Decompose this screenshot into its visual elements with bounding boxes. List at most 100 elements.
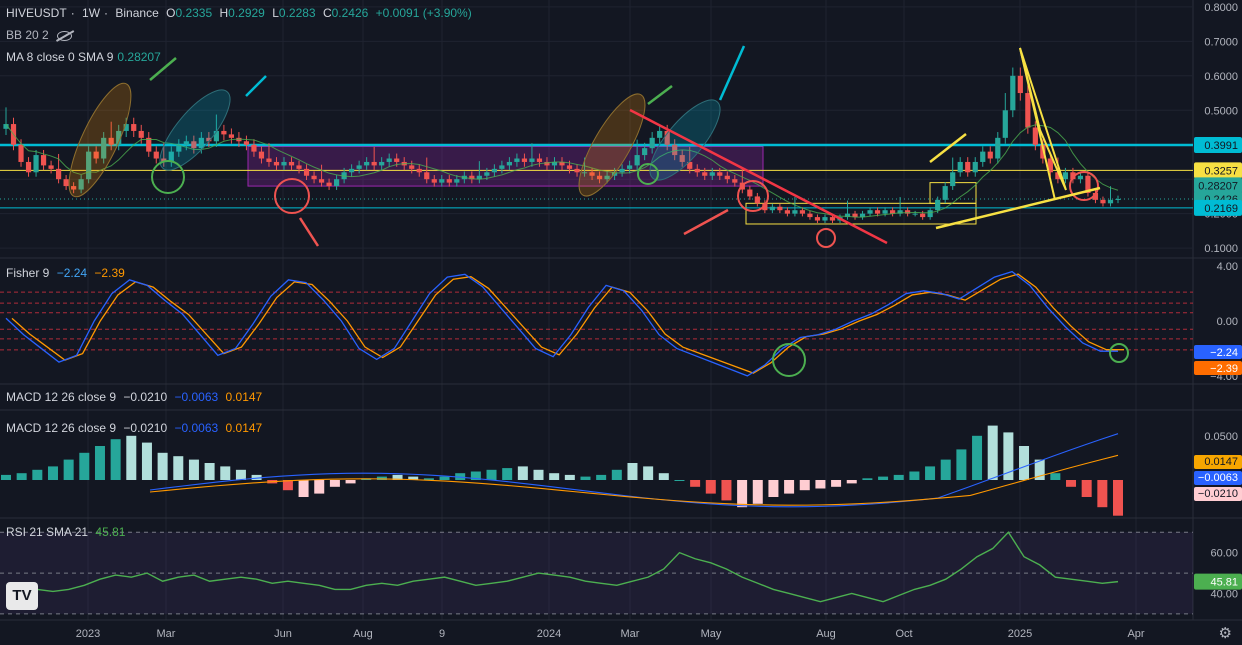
candle-body [349,168,355,173]
macd-histogram-bar [533,469,544,480]
fisher-legend[interactable]: Fisher 9 −2.24 −2.39 [6,266,129,280]
candle-body [566,165,573,169]
macd-histogram-bar [752,480,763,504]
price-tick-label: 0.8000 [1204,2,1238,14]
candle-body [702,172,708,176]
macd-histogram-bar [220,466,231,480]
candle-body [1017,75,1023,94]
x-tick-label: 2024 [537,628,561,640]
candle-body [784,210,791,214]
candle-body [40,155,47,166]
macd-histogram-bar [580,476,591,480]
macd-histogram-bar [643,466,654,480]
candle-body [138,130,144,138]
candle-body [33,155,39,173]
candle-body [920,213,926,218]
macd-histogram-bar [956,449,967,480]
price-tick-label: 0.1000 [1204,243,1238,255]
macd-histogram-bar [737,480,748,508]
candle-body [754,196,760,204]
candle-body [394,158,400,162]
macd-histogram-bar [1,474,11,480]
candle-body [957,161,963,173]
candle-body [311,175,317,180]
change-value: +0.0091 (+3.90%) [375,6,472,20]
candle-body [980,151,986,162]
x-tick-label: Aug [353,628,373,640]
tradingview-logo[interactable]: TV [6,582,38,610]
candle-body [25,161,32,173]
macd-histogram-bar [345,480,356,484]
macd-histogram-bar [110,439,121,480]
x-tick-label: Aug [816,628,836,640]
close-value: 0.2426 [331,6,369,20]
bb-legend[interactable]: BB 20 2 [6,28,76,42]
candle-body [491,168,497,173]
candle-body [1002,110,1008,138]
candle-body [18,144,24,162]
candle-body [521,158,528,162]
chart-canvas[interactable]: 0.80000.70000.60000.50000.40000.30000.20… [0,0,1242,645]
macd-histogram-bar [173,456,184,480]
candle-body [882,210,888,214]
candle-body [867,210,873,214]
macd-histogram-bar [126,435,137,480]
macd-histogram-bar [32,469,43,480]
x-tick-label: Oct [895,628,912,640]
candle-body [251,144,257,152]
macd-histogram-bar [658,473,669,480]
x-tick-label: 9 [439,628,445,640]
fisher-tick-label: 4.00 [1217,261,1238,273]
candle-body [48,165,54,169]
macd-histogram-bar [141,442,152,480]
candle-body [1025,93,1031,128]
candle-body [627,165,633,169]
rsi-legend[interactable]: RSI 21 SMA 21 45.81 [6,525,129,539]
gear-icon[interactable]: ⚙ [1219,624,1232,642]
macd-histogram-bar [47,466,58,480]
candle-body [814,217,821,221]
candle-body [529,158,535,162]
candle-body [416,168,422,173]
ma-legend[interactable]: MA 8 close 0 SMA 9 0.28207 [6,50,165,64]
open-value: 0.2335 [175,6,213,20]
candle-body [657,130,663,138]
macd1-legend[interactable]: MACD 12 26 close 9 −0.0210 −0.0063 0.014… [6,390,266,404]
candle-body [273,161,280,166]
macd-histogram-bar [157,452,168,480]
macd-histogram-bar [721,480,732,501]
candle-body [131,124,137,131]
macd-histogram-bar [925,466,936,480]
price-tick-label: 0.7000 [1204,36,1238,48]
rsi-tick-label: 60.00 [1210,548,1238,560]
candle-body [281,161,287,166]
macd-histogram-bar [1019,446,1030,480]
symbol-name[interactable]: HIVEUSDT [6,6,67,20]
macd-histogram-bar [63,459,74,480]
symbol-legend[interactable]: HIVEUSDT · 1W · Binance O0.2335 H0.2929 L0… [6,6,476,20]
candle-body [439,179,445,183]
macd-histogram-bar [972,435,983,480]
macd-tick-label: 0.0500 [1204,431,1238,443]
hidden-eye-icon[interactable] [56,30,72,41]
candle-body [63,179,69,187]
macd-histogram-bar [846,480,857,484]
candle-body [717,172,723,176]
macd-histogram-bar [1066,480,1077,487]
candle-body [792,210,798,214]
price-label: 0.2169 [1204,203,1238,215]
macd-tick-label: −0.0063 [1198,472,1238,484]
macd2-legend[interactable]: MACD 12 26 close 9 −0.0210 −0.0063 0.014… [6,421,266,435]
candle-body [1100,199,1106,204]
candle-body [454,179,460,183]
interval[interactable]: 1W [82,6,100,20]
candle-body [424,172,430,180]
candle-body [364,161,370,166]
candle-body [258,151,265,159]
macd-histogram-bar [784,480,795,494]
x-tick-label: 2023 [76,628,100,640]
candle-body [371,161,377,166]
candle-body [942,186,948,200]
macd-histogram-bar [878,476,889,480]
candle-body [303,168,310,176]
